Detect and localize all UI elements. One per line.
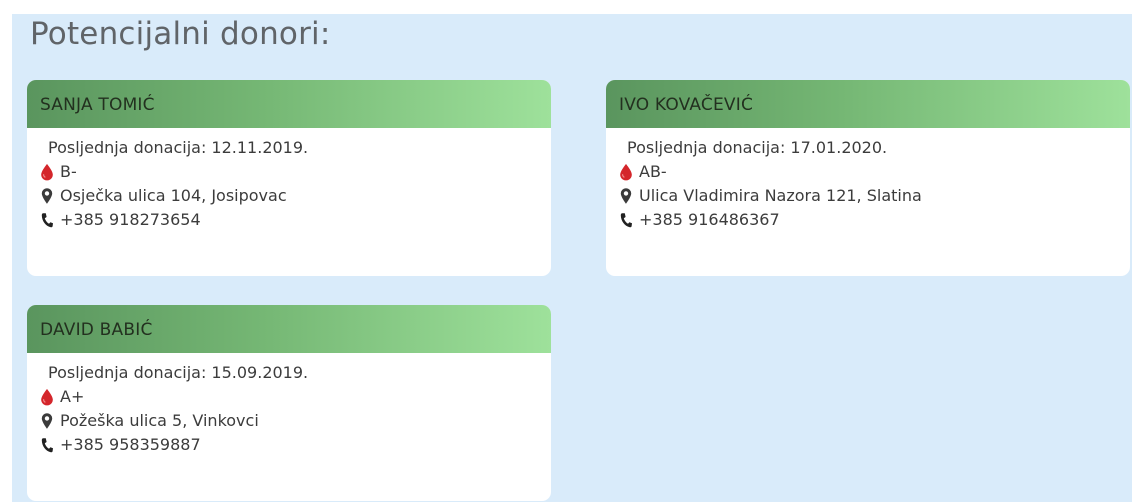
blood-type-row: B- <box>40 160 551 184</box>
address-row: Osječka ulica 104, Josipovac <box>40 184 551 208</box>
address-row: Ulica Vladimira Nazora 121, Slatina <box>619 184 1130 208</box>
donor-card[interactable]: IVO KOVAČEVIĆ Posljednja donacija: 17.01… <box>606 80 1130 276</box>
donor-details: Posljednja donacija: 15.09.2019. A+ Pože… <box>27 353 551 457</box>
blood-drop-icon <box>40 163 54 181</box>
phone-number[interactable]: +385 958359887 <box>60 433 201 457</box>
map-marker-icon <box>40 412 54 430</box>
blood-type-row: A+ <box>40 385 551 409</box>
donor-name: IVO KOVAČEVIĆ <box>606 80 1130 128</box>
last-donation: Posljednja donacija: 17.01.2020. <box>627 138 888 157</box>
phone-row: +385 958359887 <box>40 433 551 457</box>
phone-row: +385 918273654 <box>40 208 551 232</box>
blood-type: AB- <box>639 162 667 181</box>
donor-name: DAVID BABIĆ <box>27 305 551 353</box>
blood-type: A+ <box>60 387 85 406</box>
last-donation: Posljednja donacija: 12.11.2019. <box>48 138 309 157</box>
donor-details: Posljednja donacija: 17.01.2020. AB- Uli… <box>606 128 1130 232</box>
phone-row: +385 916486367 <box>619 208 1130 232</box>
address: Ulica Vladimira Nazora 121, Slatina <box>639 186 922 205</box>
blood-drop-icon <box>40 388 54 406</box>
blood-drop-icon <box>619 163 633 181</box>
phone-icon <box>40 211 54 229</box>
blood-type-row: AB- <box>619 160 1130 184</box>
phone-icon <box>40 436 54 454</box>
map-marker-icon <box>619 187 633 205</box>
address-row: Požeška ulica 5, Vinkovci <box>40 409 551 433</box>
phone-icon <box>619 211 633 229</box>
last-donation: Posljednja donacija: 15.09.2019. <box>48 363 309 382</box>
donor-card[interactable]: DAVID BABIĆ Posljednja donacija: 15.09.2… <box>27 305 551 501</box>
blood-type: B- <box>60 162 77 181</box>
phone-number[interactable]: +385 916486367 <box>639 208 780 232</box>
donor-name: SANJA TOMIĆ <box>27 80 551 128</box>
donor-details: Posljednja donacija: 12.11.2019. B- Osje… <box>27 128 551 232</box>
phone-number[interactable]: +385 918273654 <box>60 208 201 232</box>
address: Požeška ulica 5, Vinkovci <box>60 411 259 430</box>
address: Osječka ulica 104, Josipovac <box>60 186 287 205</box>
donor-card[interactable]: SANJA TOMIĆ Posljednja donacija: 12.11.2… <box>27 80 551 276</box>
page-title: Potencijalni donori: <box>30 16 331 52</box>
map-marker-icon <box>40 187 54 205</box>
donors-panel: Potencijalni donori: SANJA TOMIĆ Posljed… <box>12 14 1132 502</box>
